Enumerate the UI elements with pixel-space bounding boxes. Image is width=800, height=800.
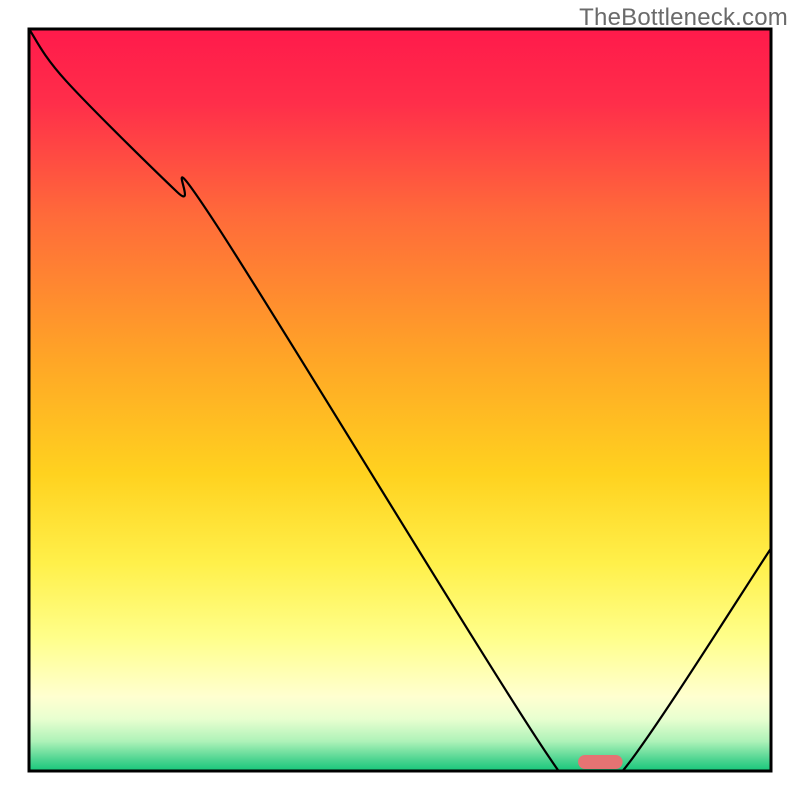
- optimal-range-marker: [578, 755, 623, 769]
- gradient-background: [29, 29, 771, 771]
- bottleneck-chart: [0, 0, 800, 800]
- chart-container: TheBottleneck.com: [0, 0, 800, 800]
